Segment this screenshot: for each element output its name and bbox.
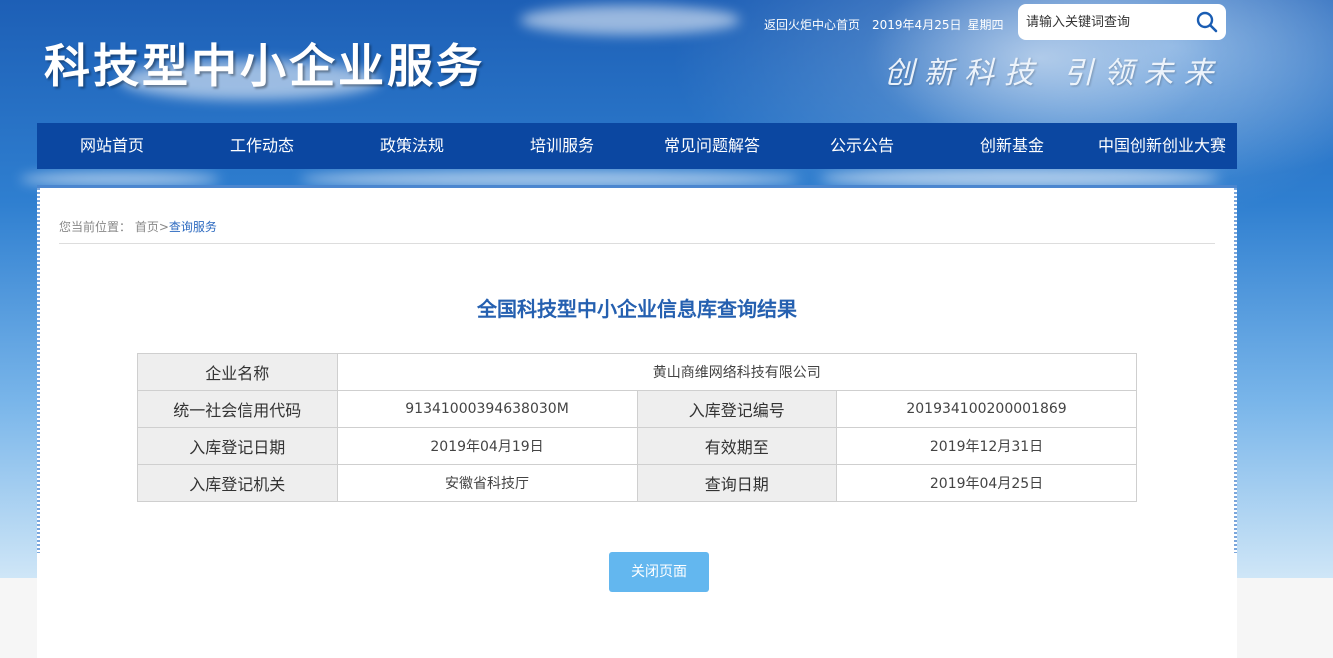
- valid-until-value: 2019年12月31日: [836, 427, 1137, 465]
- breadcrumb-prefix: 您当前位置：: [59, 220, 132, 234]
- close-page-button[interactable]: 关闭页面: [609, 552, 709, 592]
- breadcrumb-home[interactable]: 首页: [135, 220, 159, 234]
- cloud-decoration: [20, 172, 220, 186]
- nav-item-news[interactable]: 工作动态: [187, 123, 337, 169]
- result-title: 全国科技型中小企业信息库查询结果: [477, 297, 797, 321]
- reg-date-value: 2019年04月19日: [336, 427, 638, 465]
- current-weekday: 星期四: [967, 18, 1004, 32]
- breadcrumb-current[interactable]: 查询服务: [169, 220, 217, 234]
- site-title: 科技型中小企业服务: [44, 39, 485, 93]
- nav-item-policy[interactable]: 政策法规: [337, 123, 487, 169]
- query-date-value: 2019年04月25日: [836, 464, 1137, 502]
- valid-until-label: 有效期至: [636, 427, 838, 465]
- reg-date-label: 入库登记日期: [137, 427, 338, 465]
- top-links: 返回火炬中心首页 2019年4月25日 星期四: [764, 16, 1015, 33]
- nav-item-contest[interactable]: 中国创新创业大赛: [1087, 123, 1237, 169]
- nav-item-notices[interactable]: 公示公告: [787, 123, 937, 169]
- reg-no-value: 201934100200001869: [836, 390, 1137, 428]
- nav-item-faq[interactable]: 常见问题解答: [637, 123, 787, 169]
- cloud-decoration: [520, 5, 740, 35]
- search-box: [1018, 4, 1226, 40]
- breadcrumb: 您当前位置： 首页>查询服务: [59, 218, 217, 235]
- search-icon[interactable]: [1196, 11, 1218, 33]
- reg-no-label: 入库登记编号: [636, 390, 838, 428]
- dotted-border-right: [1234, 188, 1237, 553]
- table-row: 企业名称 黄山商维网络科技有限公司: [137, 353, 1138, 391]
- credit-code-value: 91341000394638030M: [336, 390, 638, 428]
- credit-code-label: 统一社会信用代码: [137, 390, 338, 428]
- company-name-label: 企业名称: [137, 353, 338, 391]
- authority-value: 安徽省科技厅: [336, 464, 638, 502]
- slogan: 创新科技 引领未来: [884, 56, 1224, 91]
- company-name-value: 黄山商维网络科技有限公司: [336, 353, 1138, 391]
- table-row: 统一社会信用代码 91341000394638030M 入库登记编号 20193…: [137, 390, 1137, 428]
- query-date-label: 查询日期: [636, 464, 838, 502]
- nav-item-fund[interactable]: 创新基金: [937, 123, 1087, 169]
- dotted-border-left: [37, 188, 40, 553]
- authority-label: 入库登记机关: [137, 464, 338, 502]
- return-home-link[interactable]: 返回火炬中心首页: [764, 18, 860, 32]
- divider: [59, 243, 1215, 244]
- result-table: 企业名称 黄山商维网络科技有限公司 统一社会信用代码 9134100039463…: [137, 353, 1138, 502]
- nav-item-training[interactable]: 培训服务: [487, 123, 637, 169]
- table-row: 入库登记机关 安徽省科技厅 查询日期 2019年04月25日: [137, 464, 1137, 502]
- current-date: 2019年4月25日: [872, 18, 962, 32]
- table-row: 入库登记日期 2019年04月19日 有效期至 2019年12月31日: [137, 427, 1137, 465]
- main-nav: 网站首页 工作动态 政策法规 培训服务 常见问题解答 公示公告 创新基金 中国创…: [37, 123, 1237, 169]
- search-input[interactable]: [1026, 12, 1186, 32]
- nav-item-home[interactable]: 网站首页: [37, 123, 187, 169]
- breadcrumb-separator: >: [158, 220, 169, 234]
- content-panel: 您当前位置： 首页>查询服务 全国科技型中小企业信息库查询结果 企业名称 黄山商…: [37, 185, 1237, 658]
